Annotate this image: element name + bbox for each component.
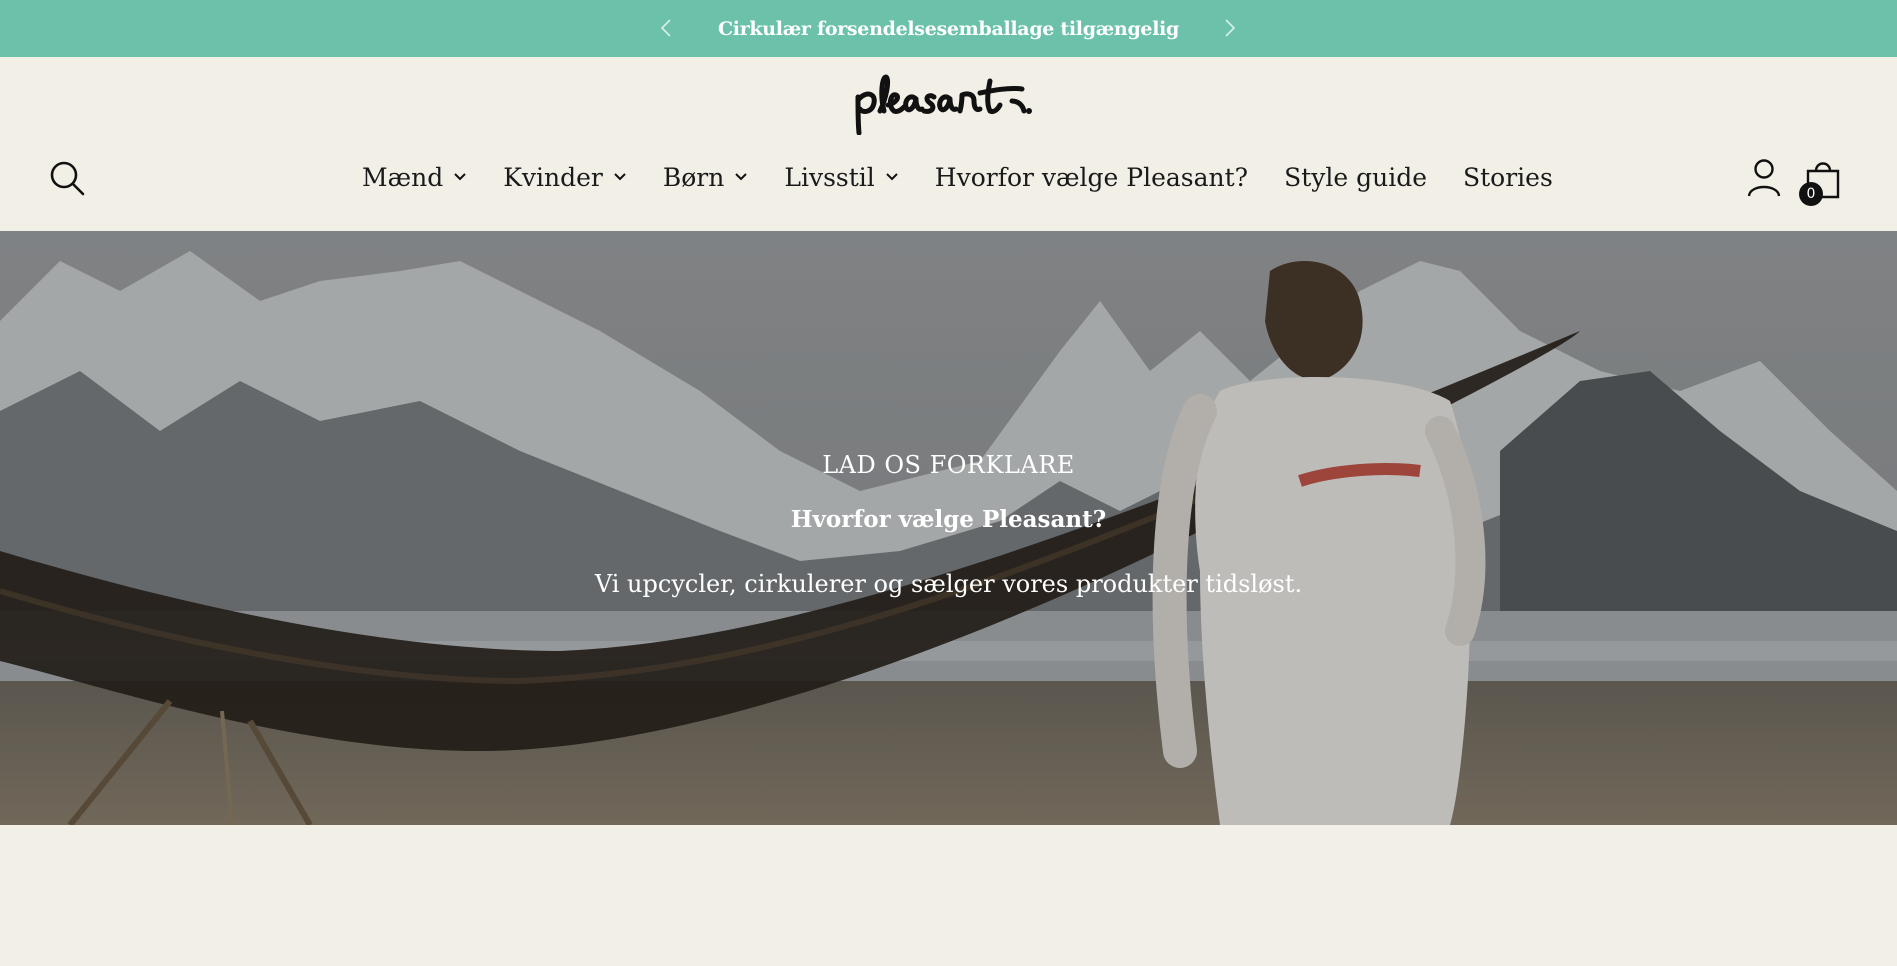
hero-title: Hvorfor vælge Pleasant? <box>790 506 1107 533</box>
chevron-down-icon <box>886 173 898 181</box>
site-logo[interactable] <box>852 71 1036 136</box>
nav-item-stories[interactable]: Stories <box>1463 163 1553 192</box>
account-button[interactable] <box>1746 158 1782 198</box>
search-button[interactable] <box>48 159 86 197</box>
chevron-down-icon <box>614 173 626 181</box>
site-header: Mænd Kvinder Børn Livsstil Hvorfor vælge… <box>0 57 1897 231</box>
pleasant-logo <box>855 74 1032 136</box>
nav-item-kvinder[interactable]: Kvinder <box>503 163 627 192</box>
chevron-down-icon <box>735 173 748 181</box>
hero-subtitle: Vi upcycler, cirkulerer og sælger vores … <box>594 570 1303 598</box>
nav-item-label: Mænd <box>362 162 444 192</box>
hero-banner: LAD OS FORKLARE Hvorfor vælge Pleasant? … <box>0 231 1897 825</box>
hero-content: LAD OS FORKLARE Hvorfor vælge Pleasant? … <box>0 231 1897 825</box>
announcement-prev-button[interactable] <box>652 14 680 42</box>
nav-item-maend[interactable]: Mænd <box>362 163 467 192</box>
nav-item-label: Børn <box>662 162 725 192</box>
chevron-right-icon <box>1225 19 1236 37</box>
search-icon <box>50 161 85 196</box>
announcement-next-button[interactable] <box>1216 14 1244 42</box>
nav-item-style-guide[interactable]: Style guide <box>1284 163 1427 192</box>
nav-item-label: Style guide <box>1284 162 1427 192</box>
announcement-bar: Cirkulær forsendelsesemballage tilgængel… <box>0 0 1897 57</box>
announcement-message[interactable]: Cirkulær forsendelsesemballage tilgængel… <box>718 18 1179 40</box>
nav-item-hvorfor[interactable]: Hvorfor vælge Pleasant? <box>935 163 1248 192</box>
nav-item-label: Kvinder <box>503 162 603 192</box>
user-icon <box>1747 159 1781 197</box>
chevron-left-icon <box>660 19 671 37</box>
nav-item-born[interactable]: Børn <box>663 163 748 192</box>
nav-item-label: Stories <box>1463 162 1553 192</box>
nav-item-label: Hvorfor vælge Pleasant? <box>934 162 1249 192</box>
nav-item-livsstil[interactable]: Livsstil <box>784 163 898 192</box>
hero-eyebrow: LAD OS FORKLARE <box>822 451 1075 479</box>
nav-item-label: Livsstil <box>784 162 875 192</box>
chevron-down-icon <box>454 173 466 181</box>
cart-count-badge: 0 <box>1799 182 1823 206</box>
main-nav: Mænd Kvinder Børn Livsstil Hvorfor vælge… <box>362 157 1553 197</box>
